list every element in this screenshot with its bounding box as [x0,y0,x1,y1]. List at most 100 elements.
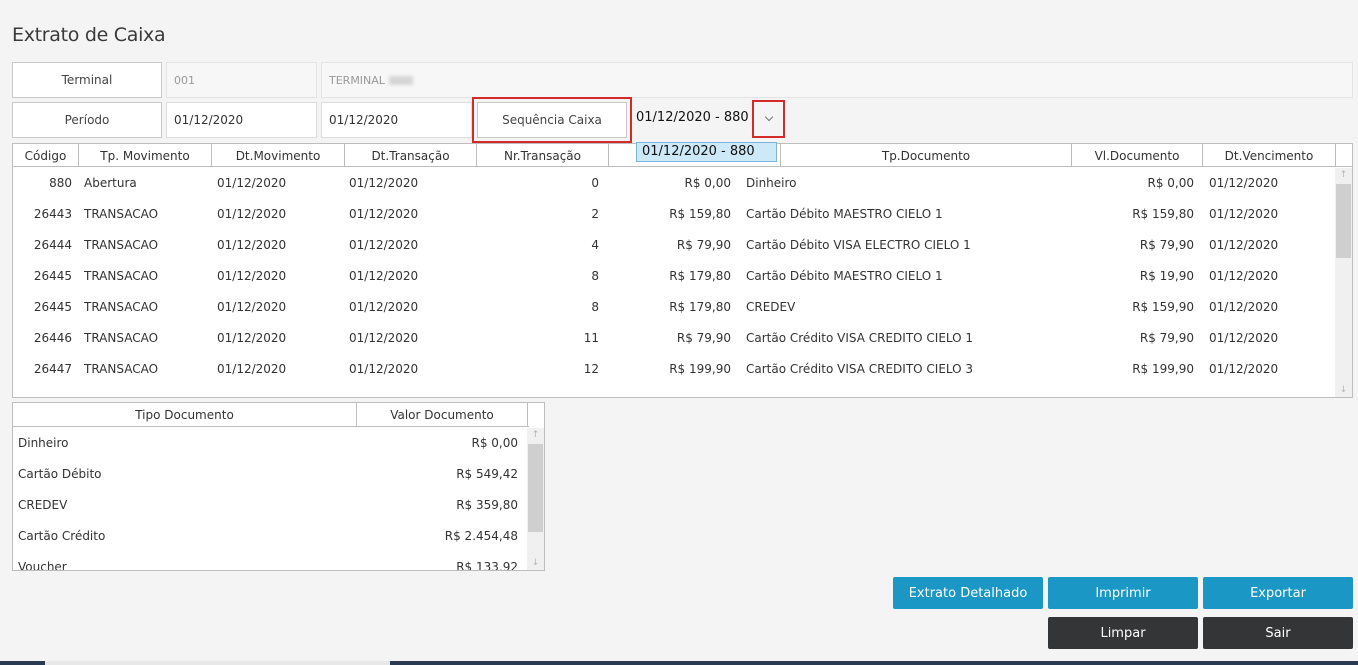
cell-nr: 0 [591,176,599,190]
summary-scrollbar-thumb[interactable] [528,444,543,532]
cell-codigo: 26447 [33,362,72,376]
summary-valor: R$ 359,80 [456,498,518,512]
cell-dt-mov: 01/12/2020 [217,238,287,252]
periodo-start-input[interactable]: 01/12/2020 [166,102,317,138]
cell-vl-doc: R$ 0,00 [1147,176,1194,190]
list-item[interactable]: Cartão Débito R$ 549,42 [13,459,529,490]
col-tipo-documento[interactable]: Tipo Documento [13,403,357,427]
cell-dt-trans: 01/12/2020 [349,176,419,190]
col-valor-documento[interactable]: Valor Documento [357,403,528,427]
table-row[interactable]: 26447 TRANSACAO 01/12/2020 01/12/2020 12… [13,354,1335,385]
sequencia-dropdown-option[interactable]: 01/12/2020 - 880 [636,142,777,162]
sequencia-caixa-select[interactable]: 01/12/2020 - 880 [636,110,749,125]
col-dt-vencimento[interactable]: Dt.Vencimento [1203,144,1336,167]
cell-codigo: 26444 [33,238,72,252]
summary-header: Tipo Documento Valor Documento [13,403,529,427]
summary-valor: R$ 2.454,48 [444,529,518,543]
arrow-up-icon[interactable]: ↑ [527,428,544,442]
chevron-down-icon [764,112,773,122]
grid-scrollbar[interactable]: ↑ ↓ [1335,168,1352,397]
cell-vl-doc: R$ 19,90 [1139,269,1194,283]
cell-valor: R$ 179,80 [669,269,731,283]
cell-vl-doc: R$ 79,90 [1139,331,1194,345]
list-item[interactable]: CREDEV R$ 359,80 [13,490,529,521]
periodo-label: Período [12,102,162,138]
cell-codigo: 880 [49,176,72,190]
taskbar-segment [45,661,390,665]
cell-nr: 4 [591,238,599,252]
col-tp-documento[interactable]: Tp.Documento [781,144,1072,167]
cell-tipo: TRANSACAO [84,362,159,376]
cell-tipo: Abertura [84,176,137,190]
cell-tipo: TRANSACAO [84,269,159,283]
cell-tipo: TRANSACAO [84,207,159,221]
sair-button[interactable]: Sair [1203,617,1353,649]
col-vl-documento[interactable]: Vl.Documento [1072,144,1203,167]
summary-grid: Tipo Documento Valor Documento Dinheiro … [12,402,545,571]
cell-codigo: 26445 [33,300,72,314]
cell-vl-doc: R$ 199,90 [1132,362,1194,376]
cell-valor: R$ 179,80 [669,300,731,314]
cell-dt-venc: 01/12/2020 [1209,269,1279,283]
col-dt-movimento[interactable]: Dt.Movimento [212,144,345,167]
cell-tp-doc: CREDEV [746,300,796,314]
list-item[interactable]: Dinheiro R$ 0,00 [13,428,529,459]
limpar-button[interactable]: Limpar [1048,617,1198,649]
imprimir-button[interactable]: Imprimir [1048,577,1198,609]
table-row[interactable]: 26445 TRANSACAO 01/12/2020 01/12/2020 8 … [13,261,1335,292]
cell-codigo: 26443 [33,207,72,221]
sequencia-dropdown-button[interactable] [752,100,785,138]
table-row[interactable]: 26446 TRANSACAO 01/12/2020 01/12/2020 11… [13,323,1335,354]
cell-tp-doc: Dinheiro [746,176,797,190]
page-title: Extrato de Caixa [12,24,166,46]
table-row[interactable]: 26443 TRANSACAO 01/12/2020 01/12/2020 2 … [13,199,1335,230]
terminal-name-field: TERMINAL [321,62,1353,98]
sequencia-caixa-label-box: Sequência Caixa [472,97,632,143]
cell-dt-venc: 01/12/2020 [1209,207,1279,221]
col-codigo[interactable]: Código [13,144,79,167]
cell-tp-doc: Cartão Débito MAESTRO CIELO 1 [746,269,943,283]
terminal-code-field: 001 [166,62,317,98]
cell-dt-venc: 01/12/2020 [1209,176,1279,190]
summary-tipo: Cartão Crédito [18,529,106,543]
cell-tp-doc: Cartão Crédito VISA CREDITO CIELO 3 [746,362,974,376]
col-dt-transacao[interactable]: Dt.Transação [345,144,477,167]
cell-nr: 8 [591,300,599,314]
cell-valor: R$ 159,80 [669,207,731,221]
cell-valor: R$ 199,90 [669,362,731,376]
arrow-down-icon[interactable]: ↓ [527,556,544,570]
cell-dt-venc: 01/12/2020 [1209,362,1279,376]
list-item[interactable]: Voucher R$ 133,92 [13,552,529,571]
cell-dt-trans: 01/12/2020 [349,238,419,252]
table-row[interactable]: 26445 TRANSACAO 01/12/2020 01/12/2020 8 … [13,292,1335,323]
summary-scrollbar[interactable]: ↑ ↓ [527,428,544,570]
cell-dt-trans: 01/12/2020 [349,331,419,345]
summary-tipo: Dinheiro [18,436,69,450]
summary-valor: R$ 549,42 [456,467,518,481]
list-item[interactable]: Cartão Crédito R$ 2.454,48 [13,521,529,552]
exportar-button[interactable]: Exportar [1203,577,1353,609]
table-row[interactable]: 880 Abertura 01/12/2020 01/12/2020 0 R$ … [13,168,1335,199]
taskbar-strip [0,661,1358,665]
summary-tipo: Voucher [18,560,67,571]
cell-dt-mov: 01/12/2020 [217,176,287,190]
table-row[interactable]: 26444 TRANSACAO 01/12/2020 01/12/2020 4 … [13,230,1335,261]
cell-tipo: TRANSACAO [84,331,159,345]
col-tp-movimento[interactable]: Tp. Movimento [79,144,212,167]
extrato-detalhado-button[interactable]: Extrato Detalhado [893,577,1043,609]
cell-dt-venc: 01/12/2020 [1209,300,1279,314]
movements-grid: Código Tp. Movimento Dt.Movimento Dt.Tra… [12,143,1353,398]
cell-valor: R$ 79,90 [676,238,731,252]
cell-vl-doc: R$ 159,90 [1132,300,1194,314]
cell-tp-doc: Cartão Crédito VISA CREDITO CIELO 1 [746,331,974,345]
col-nr-transacao[interactable]: Nr.Transação [477,144,609,167]
arrow-down-icon[interactable]: ↓ [1335,383,1352,397]
cell-nr: 2 [591,207,599,221]
summary-tipo: Cartão Débito [18,467,102,481]
cell-nr: 11 [583,331,599,345]
periodo-end-input[interactable]: 01/12/2020 [321,102,472,138]
cell-codigo: 26446 [33,331,72,345]
cell-nr: 8 [591,269,599,283]
grid-scrollbar-thumb[interactable] [1336,184,1351,258]
arrow-up-icon[interactable]: ↑ [1335,168,1352,182]
